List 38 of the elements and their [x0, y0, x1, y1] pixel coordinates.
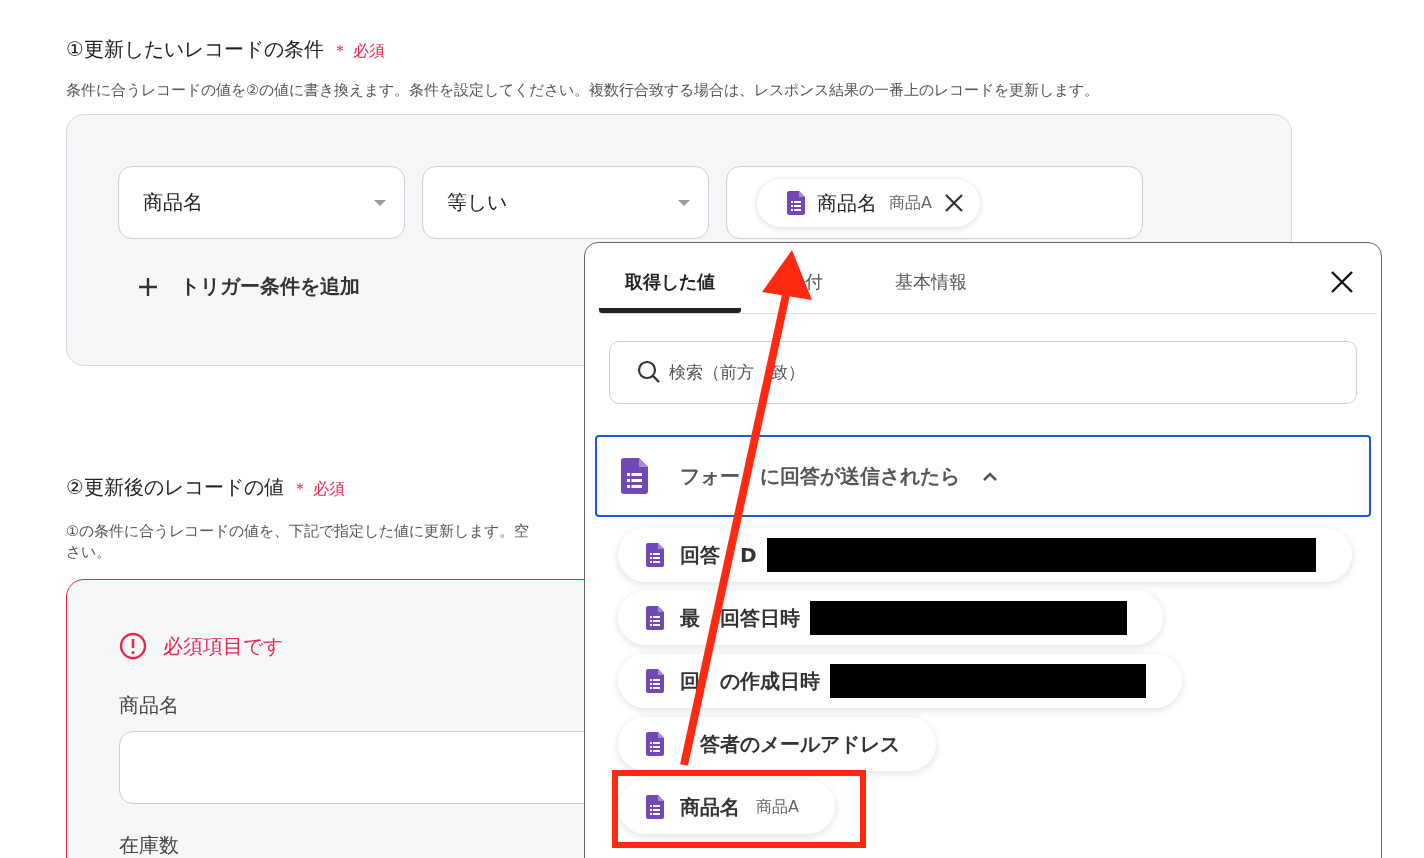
group-title: フォー	[680, 463, 740, 488]
section-title: ②更新後のレコードの値	[66, 474, 284, 501]
value-field[interactable]: 商品名 商品A	[726, 166, 1143, 239]
value-chip[interactable]: 商品名 商品A	[757, 179, 980, 227]
field-label: 在庫数	[119, 832, 180, 858]
variable-item[interactable]: 答者のメールアドレス	[618, 717, 936, 771]
variable-item[interactable]: 回答 D	[618, 528, 1352, 582]
variable-item[interactable]: 回 の作成日時	[618, 654, 1182, 708]
group-header[interactable]: フォー に回答が送信されたら	[595, 435, 1371, 517]
required-label: ＊ 必須	[291, 479, 346, 500]
item-label: D	[740, 542, 757, 567]
tab[interactable]: 取得した値	[599, 270, 741, 313]
section-description: さい。	[66, 543, 111, 562]
item-label: 最	[680, 605, 700, 630]
group-title: に回答が送信されたら	[760, 463, 960, 488]
item-label: 回答	[680, 542, 720, 567]
item-value: 商品A	[756, 796, 799, 818]
error-message: 必須項目です	[163, 632, 283, 660]
field-label: 商品名	[119, 692, 180, 719]
item-label: 商品名	[680, 794, 740, 819]
chip-value: 商品A	[889, 192, 932, 214]
operator-select[interactable]: 等しい	[422, 166, 709, 239]
add-condition-button[interactable]: トリガー条件を追加	[138, 273, 360, 300]
item-label: の作成日時	[720, 668, 820, 693]
variable-item[interactable]: 最 回答日時	[618, 591, 1163, 645]
field-select[interactable]: 商品名	[118, 166, 405, 239]
section-title: ①更新したいレコードの条件	[66, 36, 324, 63]
variable-item[interactable]: 商品名 商品A	[618, 780, 835, 834]
tab[interactable]: 基本情報	[869, 270, 993, 313]
item-label: 回答日時	[720, 605, 800, 630]
section-description: 条件に合うレコードの値を②の値に書き換えます。条件を設定してください。複数行合致する場合は、レスポンス結果の一番上のレコードを更新します。	[66, 81, 1100, 100]
item-label: 答者のメールアドレス	[700, 731, 900, 756]
item-label: 回	[680, 668, 700, 693]
tab[interactable]: 付	[761, 270, 849, 313]
required-label: ＊ 必須	[331, 41, 386, 62]
search-placeholder: 検索（前方	[669, 361, 754, 384]
section-description: ①の条件に合うレコードの値を、下記で指定した値に更新します。空	[66, 522, 529, 541]
chip-name: 商品名	[817, 189, 877, 217]
